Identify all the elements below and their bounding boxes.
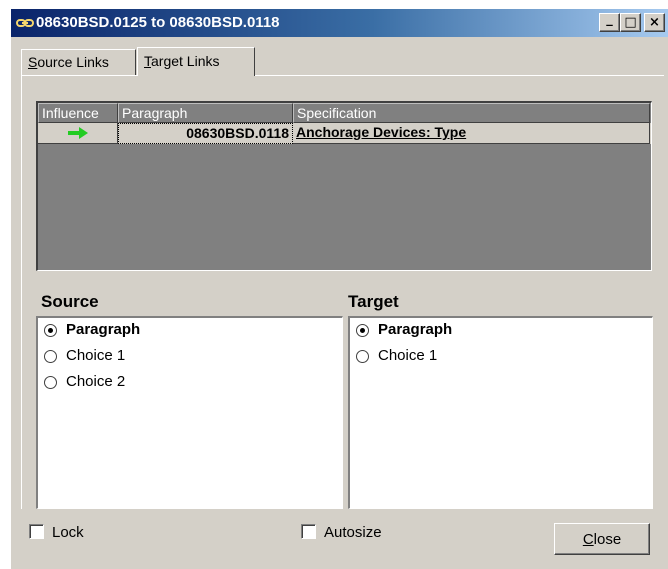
table-row[interactable]: 08630BSD.0118 Anchorage Devices: Type	[38, 123, 651, 144]
close-button[interactable]: Close	[554, 523, 650, 555]
title-bar[interactable]: 08630BSD.0125 to 08630BSD.0118 _ □ ×	[11, 9, 668, 37]
radio-selected-icon[interactable]	[44, 324, 57, 337]
tab-target-links[interactable]: Target Links	[137, 47, 255, 76]
column-header-specification[interactable]: Specification	[293, 103, 650, 123]
minimize-icon: _	[606, 12, 613, 27]
source-options-list[interactable]: Paragraph Choice 1 Choice 2	[36, 316, 343, 509]
green-right-arrow-icon	[67, 126, 89, 142]
influence-cell[interactable]	[38, 123, 118, 144]
link-chain-icon	[16, 16, 34, 28]
maximize-button[interactable]: □	[620, 13, 641, 32]
lock-checkbox[interactable]: Lock	[29, 524, 84, 544]
target-option-paragraph[interactable]: Paragraph	[350, 318, 652, 344]
source-option-choice-1[interactable]: Choice 1	[38, 344, 342, 370]
tab-strip: Source Links Target Links	[21, 47, 661, 76]
column-header-influence[interactable]: Influence	[38, 103, 118, 123]
links-grid[interactable]: Influence Paragraph Specification 08630B…	[36, 101, 652, 271]
source-label: Source	[41, 292, 99, 311]
minimize-button[interactable]: _	[599, 13, 620, 32]
window-title: 08630BSD.0125 to 08630BSD.0118	[36, 14, 280, 31]
paragraph-cell[interactable]: 08630BSD.0118	[118, 123, 293, 144]
grid-header: Influence Paragraph Specification	[38, 103, 651, 123]
close-window-button[interactable]: ×	[644, 13, 665, 32]
link-dialog-window: 08630BSD.0125 to 08630BSD.0118 _ □ × Sou…	[10, 8, 668, 569]
tab-source-links[interactable]: Source Links	[21, 49, 136, 75]
specification-cell[interactable]: Anchorage Devices: Type	[293, 123, 650, 144]
source-option-paragraph[interactable]: Paragraph	[38, 318, 342, 344]
radio-icon[interactable]	[356, 350, 369, 363]
radio-icon[interactable]	[44, 376, 57, 389]
maximize-icon: □	[624, 15, 637, 30]
close-icon: ×	[649, 15, 660, 30]
target-options-list[interactable]: Paragraph Choice 1	[348, 316, 653, 509]
source-option-choice-2[interactable]: Choice 2	[38, 370, 342, 396]
autosize-checkbox[interactable]: Autosize	[301, 524, 382, 544]
target-option-choice-1[interactable]: Choice 1	[350, 344, 652, 370]
target-label: Target	[348, 292, 399, 311]
radio-icon[interactable]	[44, 350, 57, 363]
checkbox-icon[interactable]	[301, 524, 316, 539]
column-header-paragraph[interactable]: Paragraph	[118, 103, 293, 123]
checkbox-icon[interactable]	[29, 524, 44, 539]
radio-selected-icon[interactable]	[356, 324, 369, 337]
